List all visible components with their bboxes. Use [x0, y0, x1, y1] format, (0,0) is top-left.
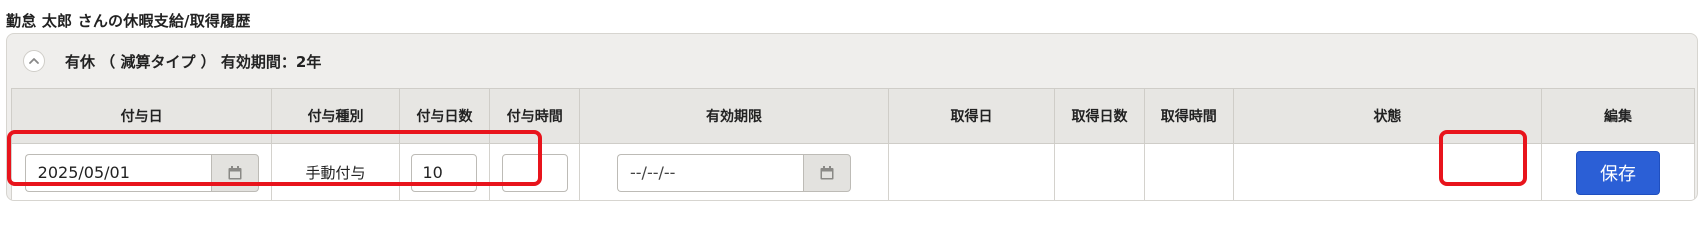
leave-history-panel: 有休 （ 減算タイプ ） 有効期間：2年 付与日 付与種別 付与日数 付与時間 …: [6, 33, 1698, 201]
cell-acquired-hours: [1143, 143, 1234, 200]
cell-grant-days: [398, 143, 491, 200]
header-grant-hours: 付与時間: [489, 88, 581, 144]
panel-header: 有休 （ 減算タイプ ） 有効期間：2年: [7, 34, 1697, 88]
page-title: 勤怠 太郎 さんの休暇支給/取得履歴: [6, 12, 251, 30]
cell-edit: 保存: [1541, 143, 1695, 200]
chevron-up-icon: [29, 58, 39, 64]
table-row: 手動付与: [10, 143, 1695, 200]
grant-hours-input[interactable]: [501, 153, 568, 192]
calendar-icon: [820, 165, 834, 179]
collapse-button[interactable]: [23, 50, 45, 72]
header-acquired-days: 取得日数: [1054, 88, 1145, 144]
save-button[interactable]: 保存: [1576, 150, 1660, 195]
grant-days-input[interactable]: [411, 153, 478, 192]
header-status: 状態: [1232, 88, 1543, 144]
header-acquired-hours: 取得時間: [1143, 88, 1234, 144]
cell-status: [1232, 143, 1543, 200]
cell-grant-hours: [489, 143, 581, 200]
grant-date-picker: [24, 153, 259, 192]
header-grant-days: 付与日数: [398, 88, 491, 144]
cell-grant-date: [10, 143, 273, 200]
expiry-date-input[interactable]: [617, 153, 803, 192]
cell-grant-type: 手動付与: [271, 143, 400, 200]
table-header-row: 付与日 付与種別 付与日数 付与時間 有効期限 取得日 取得日数 取得時間 状態…: [10, 88, 1695, 144]
header-grant-type: 付与種別: [271, 88, 400, 144]
expiry-date-calendar-button[interactable]: [803, 153, 851, 192]
cell-acquired-days: [1054, 143, 1145, 200]
cell-acquired-date: [887, 143, 1056, 200]
grant-date-input[interactable]: [24, 153, 211, 192]
leave-history-table: 付与日 付与種別 付与日数 付与時間 有効期限 取得日 取得日数 取得時間 状態…: [10, 88, 1695, 200]
header-edit: 編集: [1541, 88, 1695, 144]
header-grant-date: 付与日: [10, 88, 273, 144]
grant-date-calendar-button[interactable]: [210, 153, 259, 192]
cell-expiry: [579, 143, 889, 200]
header-acquired-date: 取得日: [887, 88, 1056, 144]
expiry-date-picker: [617, 153, 851, 192]
calendar-icon: [228, 165, 242, 179]
header-expiry: 有効期限: [579, 88, 889, 144]
panel-title: 有休 （ 減算タイプ ） 有効期間：2年: [65, 52, 322, 71]
